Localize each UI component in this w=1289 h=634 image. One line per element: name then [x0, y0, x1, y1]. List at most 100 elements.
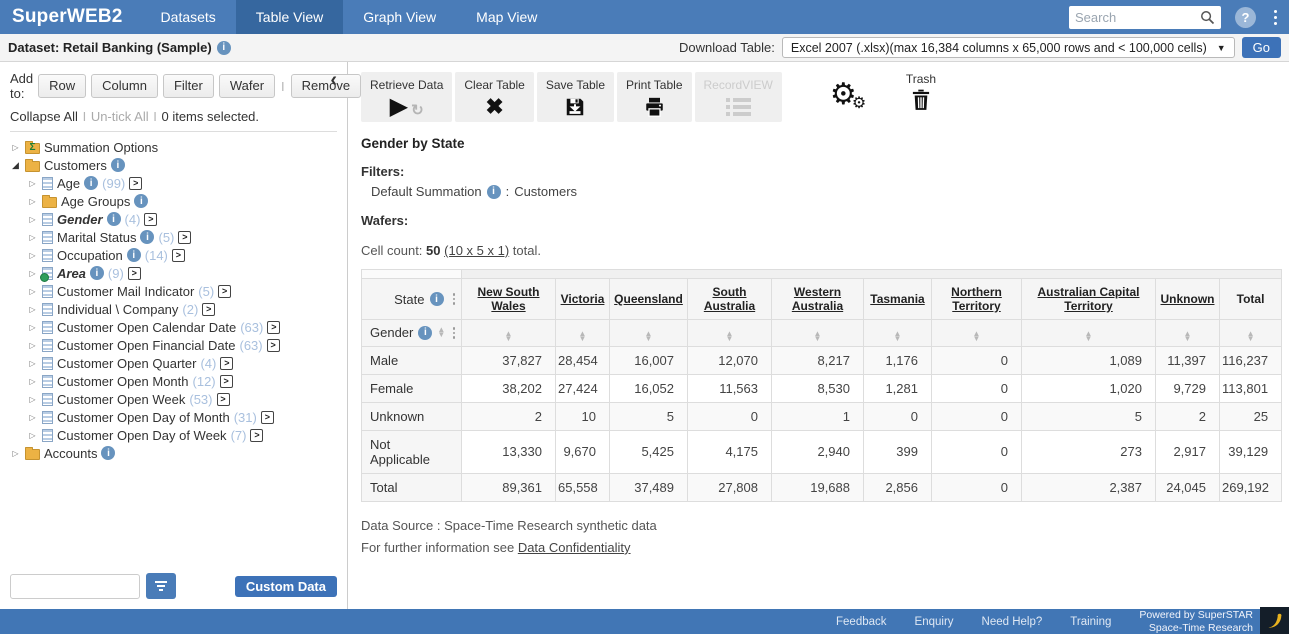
remove-button[interactable]: Remove — [291, 74, 361, 98]
state-info-icon[interactable]: i — [430, 292, 444, 306]
drill-arrow-icon[interactable]: > — [129, 177, 142, 190]
sort-icon[interactable]: ▲▼ — [579, 332, 587, 342]
field-info-icon[interactable]: i — [84, 176, 98, 190]
nav-tab-table-view[interactable]: Table View — [236, 0, 343, 34]
tree-item-customer-open-calendar-date[interactable]: ▷Customer Open Calendar Date(63)> — [0, 318, 347, 336]
sidebar-collapse-icon[interactable]: ‹ — [330, 70, 337, 90]
drill-arrow-icon[interactable]: > — [267, 321, 280, 334]
filter-info-icon[interactable]: i — [487, 185, 501, 199]
expand-node-icon[interactable]: ▷ — [27, 269, 38, 278]
tree-item-age-groups[interactable]: ▷Age Groupsi — [0, 192, 347, 210]
expand-node-icon[interactable]: ▷ — [27, 323, 38, 332]
cell-count-dimensions-link[interactable]: (10 x 5 x 1) — [444, 243, 509, 258]
sort-icon[interactable]: ▲▼ — [894, 332, 902, 342]
tree-item-customer-open-day-of-week[interactable]: ▷Customer Open Day of Week(7)> — [0, 426, 347, 444]
sort-icon[interactable]: ▲▼ — [645, 332, 653, 342]
column-header-link[interactable]: Australian Capital Territory — [1037, 285, 1139, 313]
tree-item-area[interactable]: ▷Areai(9)> — [0, 264, 347, 282]
tree-item-customer-open-month[interactable]: ▷Customer Open Month(12)> — [0, 372, 347, 390]
need-help-link[interactable]: Need Help? — [982, 616, 1043, 628]
search-input[interactable] — [1075, 10, 1200, 25]
column-header-link[interactable]: Western Australia — [792, 285, 843, 313]
untick-all-link[interactable]: Un-tick All — [91, 109, 149, 124]
custom-data-button[interactable]: Custom Data — [235, 576, 337, 597]
tree-item-accounts[interactable]: ▷Accountsi — [0, 444, 347, 462]
trash-dropzone[interactable]: Trash — [906, 72, 936, 114]
download-go-button[interactable]: Go — [1242, 37, 1281, 58]
tree-item-customer-open-day-of-month[interactable]: ▷Customer Open Day of Month(31)> — [0, 408, 347, 426]
add-to-filter-button[interactable]: Filter — [163, 74, 214, 98]
enquiry-link[interactable]: Enquiry — [915, 616, 954, 628]
sort-icon[interactable]: ▲▼ — [437, 328, 445, 338]
expand-node-icon[interactable]: ▷ — [27, 305, 38, 314]
collapse-node-icon[interactable]: ◢ — [10, 160, 21, 171]
expand-node-icon[interactable]: ▷ — [27, 215, 38, 224]
tree-item-customer-mail-indicator[interactable]: ▷Customer Mail Indicator(5)> — [0, 282, 347, 300]
tree-item-age[interactable]: ▷Agei(99)> — [0, 174, 347, 192]
tree-item-summation-options[interactable]: ▷ΣSummation Options — [0, 138, 347, 156]
sort-icon[interactable]: ▲▼ — [1184, 332, 1192, 342]
add-to-row-button[interactable]: Row — [38, 74, 86, 98]
drill-arrow-icon[interactable]: > — [267, 339, 280, 352]
field-info-icon[interactable]: i — [90, 266, 104, 280]
column-header-link[interactable]: Northern Territory — [951, 285, 1002, 313]
drill-arrow-icon[interactable]: > — [220, 357, 233, 370]
column-header-link[interactable]: Tasmania — [870, 292, 924, 306]
tree-item-marital-status[interactable]: ▷Marital Statusi(5)> — [0, 228, 347, 246]
column-header-link[interactable]: Unknown — [1161, 292, 1215, 306]
drill-arrow-icon[interactable]: > — [178, 231, 191, 244]
expand-node-icon[interactable]: ▷ — [27, 395, 38, 404]
gender-info-icon[interactable]: i — [418, 326, 432, 340]
field-info-icon[interactable]: i — [107, 212, 121, 226]
drill-arrow-icon[interactable]: > — [261, 411, 274, 424]
expand-node-icon[interactable]: ▷ — [27, 377, 38, 386]
search-icon[interactable] — [1200, 10, 1215, 25]
field-info-icon[interactable]: i — [140, 230, 154, 244]
table-options-button[interactable]: ⚙ ⚙ — [830, 82, 868, 116]
tree-item-customer-open-week[interactable]: ▷Customer Open Week(53)> — [0, 390, 347, 408]
save-table-button[interactable]: Save Table — [537, 72, 614, 122]
field-info-icon[interactable]: i — [127, 248, 141, 262]
tree-item-customers[interactable]: ◢Customersi — [0, 156, 347, 174]
search-box[interactable] — [1069, 6, 1221, 29]
retrieve-data-button[interactable]: Retrieve Data ▶↻ — [361, 72, 452, 122]
expand-node-icon[interactable]: ▷ — [27, 233, 38, 242]
expand-node-icon[interactable]: ▷ — [27, 359, 38, 368]
sort-icon[interactable]: ▲▼ — [505, 332, 513, 342]
expand-node-icon[interactable]: ▷ — [27, 341, 38, 350]
sort-icon[interactable]: ▲▼ — [726, 332, 734, 342]
tree-item-customer-open-financial-date[interactable]: ▷Customer Open Financial Date(63)> — [0, 336, 347, 354]
collapse-all-link[interactable]: Collapse All — [10, 109, 78, 124]
drill-arrow-icon[interactable]: > — [250, 429, 263, 442]
feedback-link[interactable]: Feedback — [836, 616, 887, 628]
column-header-link[interactable]: Queensland — [614, 292, 683, 306]
expand-node-icon[interactable]: ▷ — [27, 251, 38, 260]
tree-filter-button[interactable] — [146, 573, 176, 599]
drill-arrow-icon[interactable]: > — [144, 213, 157, 226]
sort-icon[interactable]: ▲▼ — [973, 332, 981, 342]
tree-item-individual-company[interactable]: ▷Individual \ Company(2)> — [0, 300, 347, 318]
tree-item-gender[interactable]: ▷Genderi(4)> — [0, 210, 347, 228]
data-confidentiality-link[interactable]: Data Confidentiality — [518, 540, 631, 555]
tree-filter-input[interactable] — [10, 574, 140, 599]
help-icon[interactable]: ? — [1235, 7, 1256, 28]
drill-arrow-icon[interactable]: > — [217, 393, 230, 406]
overflow-menu-icon[interactable] — [1272, 8, 1279, 27]
expand-node-icon[interactable]: ▷ — [10, 143, 21, 152]
expand-node-icon[interactable]: ▷ — [27, 197, 38, 206]
column-header-link[interactable]: South Australia — [704, 285, 755, 313]
drill-arrow-icon[interactable]: > — [220, 375, 233, 388]
drill-arrow-icon[interactable]: > — [202, 303, 215, 316]
gender-menu-icon[interactable] — [451, 326, 458, 340]
nav-tab-datasets[interactable]: Datasets — [141, 0, 236, 34]
column-header-link[interactable]: New South Wales — [478, 285, 540, 313]
expand-node-icon[interactable]: ▷ — [27, 287, 38, 296]
sort-icon[interactable]: ▲▼ — [1247, 332, 1255, 342]
training-link[interactable]: Training — [1070, 616, 1111, 628]
nav-tab-map-view[interactable]: Map View — [456, 0, 557, 34]
sort-icon[interactable]: ▲▼ — [814, 332, 822, 342]
state-menu-icon[interactable] — [451, 292, 458, 306]
field-info-icon[interactable]: i — [111, 158, 125, 172]
add-to-column-button[interactable]: Column — [91, 74, 158, 98]
nav-tab-graph-view[interactable]: Graph View — [343, 0, 456, 34]
